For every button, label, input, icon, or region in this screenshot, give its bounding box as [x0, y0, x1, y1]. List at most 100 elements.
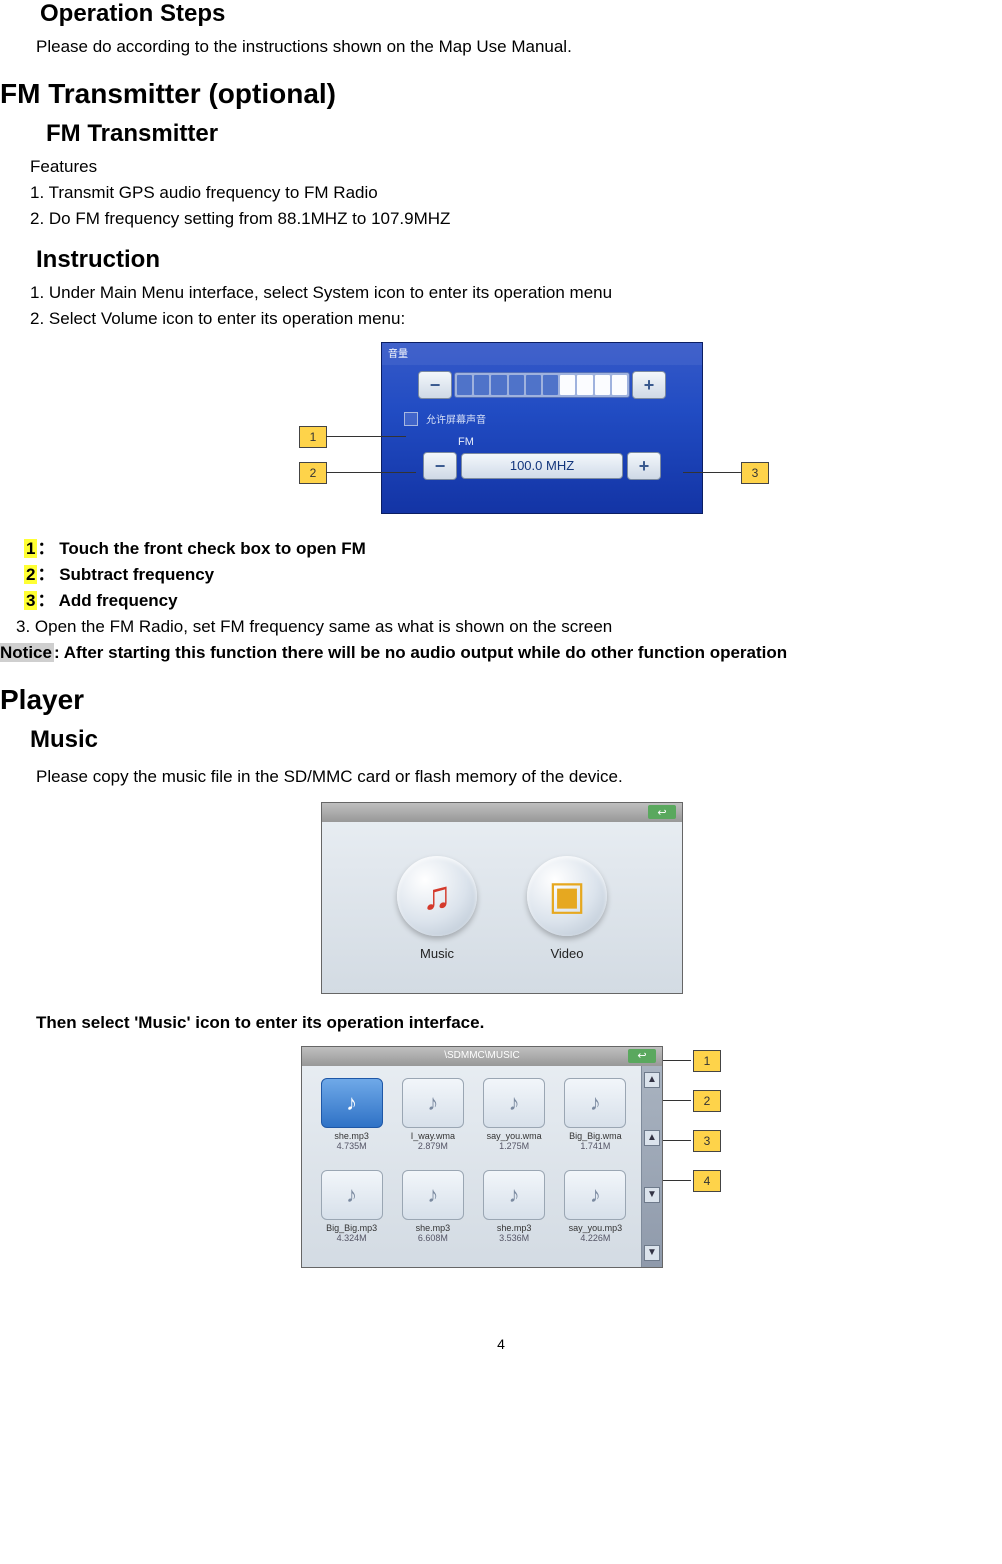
music-list-screen: \SDMMC\MUSIC ↩ ♪she.mp34.735M♪I_way.wma2…	[301, 1046, 663, 1268]
music-file-item[interactable]: ♪ Big_Big.mp34.324M	[314, 1170, 389, 1256]
ml-lead-3	[663, 1140, 691, 1141]
music-file-icon: ♪	[402, 1170, 464, 1220]
music-file-size: 1.275M	[499, 1141, 529, 1151]
instruction-2: 2. Select Volume icon to enter its opera…	[30, 306, 1002, 332]
lead-line-3	[683, 472, 741, 473]
music-file-item[interactable]: ♪say_you.mp34.226M	[558, 1170, 633, 1256]
music-file-name: I_way.wma	[411, 1131, 455, 1141]
screen-sound-label: 允许屏幕声音	[426, 411, 486, 426]
page-up-button[interactable]: ▲	[644, 1130, 660, 1146]
step-3: 3. Open the FM Radio, set FM frequency s…	[16, 614, 1002, 640]
page-down-button[interactable]: ▼	[644, 1187, 660, 1203]
ml-callout-3: 3	[693, 1130, 721, 1152]
music-file-name: she.mp3	[497, 1223, 532, 1233]
freq-minus-button[interactable]: −	[423, 452, 457, 480]
music-file-icon: ♪	[564, 1170, 626, 1220]
video-icon: ▣	[527, 856, 607, 936]
features-label: Features	[30, 154, 1002, 180]
music-file-icon: ♪	[483, 1078, 545, 1128]
volume-minus-button[interactable]: −	[418, 371, 452, 399]
fm-screenshot: 音量 − + 允许屏幕声音 FM − 100.0 MHZ + 1 2 3	[151, 342, 851, 522]
player-menu-screenshot: ↩ ♫ Music ▣ Video	[321, 802, 681, 994]
music-file-icon: ♪	[564, 1078, 626, 1128]
instruction-1: 1. Under Main Menu interface, select Sys…	[30, 280, 1002, 306]
music-file-item[interactable]: ♪ she.mp36.608M	[395, 1170, 470, 1256]
feature-2: 2. Do FM frequency setting from 88.1MHZ …	[30, 206, 1002, 232]
ml-callout-1: 1	[693, 1050, 721, 1072]
music-file-name: she.mp3	[334, 1131, 369, 1141]
music-file-icon: ♪	[321, 1170, 383, 1220]
callout-2-line: 2： Subtract frequency	[24, 562, 1002, 588]
callout-1-text: Touch the front check box to open FM	[59, 539, 366, 558]
music-grid: ♪she.mp34.735M♪I_way.wma2.879M♪say_you.w…	[302, 1066, 641, 1267]
music-file-item[interactable]: ♪ say_you.wma1.275M	[477, 1078, 552, 1164]
music-file-item[interactable]: ♪ Big_Big.wma1.741M	[558, 1078, 633, 1164]
ml-lead-1	[663, 1060, 691, 1061]
callout-2: 2	[299, 462, 327, 484]
music-file-icon: ♪	[483, 1170, 545, 1220]
then-select-line: Then select 'Music' icon to enter its op…	[36, 1010, 1002, 1036]
music-file-size: 4.324M	[337, 1233, 367, 1243]
notice-prefix: Notice	[0, 643, 54, 662]
notice-rest: : After starting this function there wil…	[54, 643, 787, 662]
volume-plus-button[interactable]: +	[632, 371, 666, 399]
operation-steps-body: Please do according to the instructions …	[36, 34, 1002, 60]
video-menu-item[interactable]: ▣ Video	[527, 856, 607, 961]
music-file-icon: ♪	[402, 1078, 464, 1128]
music-file-name: say_you.wma	[487, 1131, 542, 1141]
music-scrollbar: ▲ ▲ ▼ ▼	[641, 1066, 662, 1267]
callout-3-line: 3： Add frequency	[24, 588, 1002, 614]
callout-2-text: Subtract frequency	[59, 565, 214, 584]
scroll-down-button[interactable]: ▼	[644, 1245, 660, 1261]
fm-subheading: FM Transmitter	[46, 120, 1002, 148]
callout-2-num: 2	[24, 565, 37, 584]
music-label: Music	[420, 946, 454, 961]
music-file-size: 2.879M	[418, 1141, 448, 1151]
screen-sound-checkbox[interactable]	[404, 412, 418, 426]
freq-plus-button[interactable]: +	[627, 452, 661, 480]
music-file-name: Big_Big.wma	[569, 1131, 622, 1141]
fm-label: FM	[458, 436, 702, 448]
music-file-size: 6.608M	[418, 1233, 448, 1243]
music-file-item[interactable]: ♪she.mp33.536M	[477, 1170, 552, 1256]
music-file-size: 1.741M	[580, 1141, 610, 1151]
music-list-titlebar: \SDMMC\MUSIC ↩	[302, 1047, 662, 1066]
volume-track[interactable]	[454, 372, 630, 398]
music-icon: ♫	[397, 856, 477, 936]
music-list-screenshot: \SDMMC\MUSIC ↩ ♪she.mp34.735M♪I_way.wma2…	[191, 1046, 811, 1276]
player-heading: Player	[0, 684, 1002, 716]
notice-line: Notice: After starting this function the…	[0, 640, 1002, 666]
volume-row: − +	[382, 371, 702, 399]
back-button-2[interactable]: ↩	[628, 1049, 656, 1063]
callout-3-text: Add frequency	[59, 591, 178, 610]
lead-line-1	[326, 436, 406, 437]
video-label: Video	[550, 946, 583, 961]
lead-line-2	[326, 472, 416, 473]
callout-1-num: 1	[24, 539, 37, 558]
player-menu-screen: ↩ ♫ Music ▣ Video	[321, 802, 683, 994]
fm-heading: FM Transmitter (optional)	[0, 78, 1002, 110]
instruction-heading: Instruction	[36, 246, 1002, 274]
callout-3: 3	[741, 462, 769, 484]
music-file-size: 4.226M	[580, 1233, 610, 1243]
ml-callout-4: 4	[693, 1170, 721, 1192]
ml-callout-2: 2	[693, 1090, 721, 1112]
ml-lead-2	[663, 1100, 691, 1101]
player-intro: Please copy the music file in the SD/MMC…	[36, 764, 1002, 790]
music-heading: Music	[30, 726, 1002, 754]
music-menu-item[interactable]: ♫ Music	[397, 856, 477, 961]
music-file-icon: ♪	[321, 1078, 383, 1128]
callout-3-num: 3	[24, 591, 37, 610]
music-file-name: Big_Big.mp3	[326, 1223, 377, 1233]
operation-steps-heading: Operation Steps	[40, 0, 1002, 28]
page-number: 4	[0, 1336, 1002, 1352]
scroll-up-button[interactable]: ▲	[644, 1072, 660, 1088]
back-button[interactable]: ↩	[648, 805, 676, 819]
ml-lead-4	[663, 1180, 691, 1181]
music-file-name: she.mp3	[416, 1223, 451, 1233]
callout-1-line: 1： Touch the front check box to open FM	[24, 536, 1002, 562]
music-file-item[interactable]: ♪she.mp34.735M	[314, 1078, 389, 1164]
music-file-item[interactable]: ♪ I_way.wma2.879M	[395, 1078, 470, 1164]
music-list-path: \SDMMC\MUSIC	[444, 1050, 520, 1061]
freq-display: 100.0 MHZ	[461, 453, 623, 479]
